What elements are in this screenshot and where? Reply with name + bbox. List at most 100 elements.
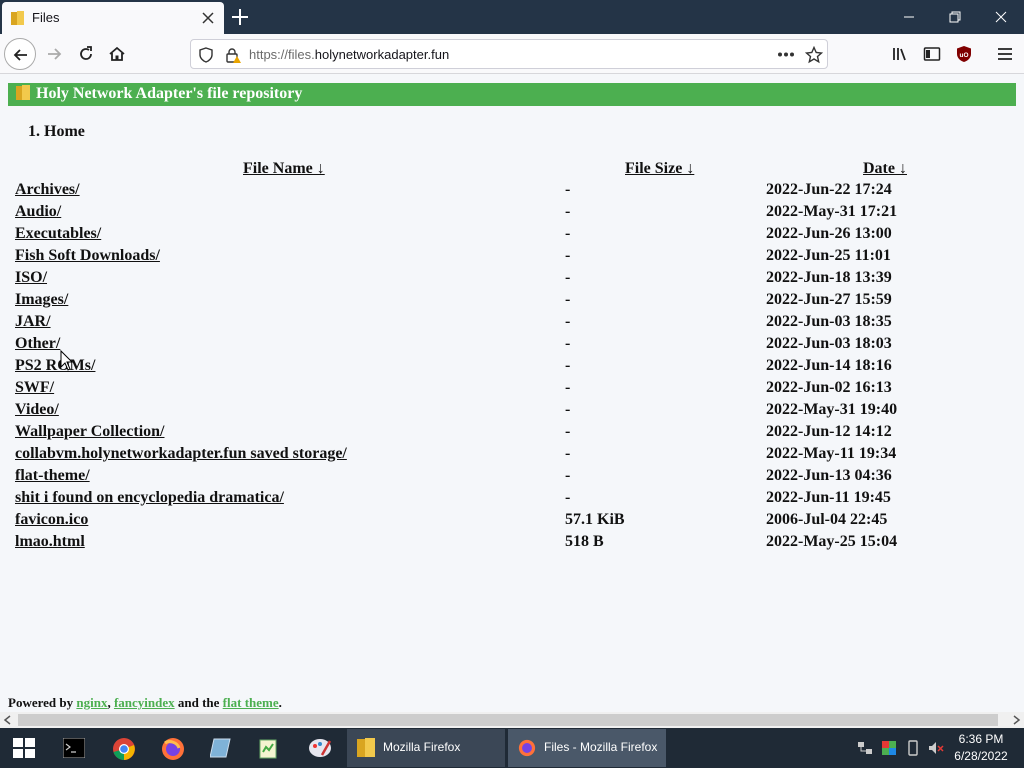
file-name-link[interactable]: Other/ <box>15 335 60 353</box>
file-size: - <box>565 489 571 506</box>
ublock-button[interactable]: uO <box>948 38 980 70</box>
file-date: 2022-Jun-12 14:12 <box>766 423 892 440</box>
reload-button[interactable] <box>70 38 102 70</box>
minimize-button[interactable] <box>886 0 932 34</box>
usb-tray-icon[interactable] <box>905 740 921 756</box>
table-row: collabvm.holynetworkadapter.fun saved st… <box>0 444 1024 466</box>
library-button[interactable] <box>884 38 916 70</box>
scroll-right-icon[interactable] <box>1011 715 1021 725</box>
restore-icon <box>949 11 961 23</box>
file-name-link[interactable]: Archives/ <box>15 181 80 199</box>
file-size: - <box>565 313 571 330</box>
menu-button[interactable] <box>989 38 1021 70</box>
close-icon <box>995 11 1007 23</box>
file-date: 2022-Jun-02 16:13 <box>766 379 892 396</box>
column-header-file-name[interactable]: File Name ↓ <box>243 160 325 178</box>
paint-icon <box>309 739 332 757</box>
file-name-link[interactable]: Executables/ <box>15 225 101 243</box>
file-name-link[interactable]: ISO/ <box>15 269 47 287</box>
hamburger-menu-icon <box>998 48 1012 60</box>
file-date: 2022-Jun-26 13:00 <box>766 225 892 242</box>
file-size: 57.1 KiB <box>565 511 625 528</box>
tab-strip: Files <box>0 0 1024 34</box>
close-tab-icon[interactable] <box>200 10 216 26</box>
file-date: 2022-May-11 19:34 <box>766 445 897 462</box>
file-name-link[interactable]: Wallpaper Collection/ <box>15 423 164 441</box>
file-size: - <box>565 269 571 286</box>
windows-logo-icon <box>13 738 35 758</box>
flat-theme-link[interactable]: flat theme <box>223 695 279 710</box>
system-clock[interactable]: 6:36 PM 6/28/2022 <box>950 731 1012 765</box>
taskbar-notepad[interactable] <box>197 728 245 768</box>
display-tray-icon[interactable] <box>881 740 897 756</box>
taskbar-paint[interactable] <box>296 728 344 768</box>
file-name-link[interactable]: shit i found on encyclopedia dramatica/ <box>15 489 284 507</box>
file-name-link[interactable]: PS2 ROMs/ <box>15 357 95 375</box>
fancyindex-link[interactable]: fancyindex <box>114 695 175 710</box>
table-row: Fish Soft Downloads/ - 2022-Jun-25 11:01 <box>0 246 1024 268</box>
table-row: SWF/ - 2022-Jun-02 16:13 <box>0 378 1024 400</box>
file-name-link[interactable]: favicon.ico <box>15 511 88 529</box>
table-row: Audio/ - 2022-May-31 17:21 <box>0 202 1024 224</box>
file-name-link[interactable]: collabvm.holynetworkadapter.fun saved st… <box>15 445 347 463</box>
tab-files[interactable]: Files <box>2 2 224 34</box>
chrome-icon <box>113 738 135 760</box>
back-button[interactable] <box>4 38 36 70</box>
shield-icon[interactable] <box>199 47 213 63</box>
header-banner: Holy Network Adapter's file repository <box>8 83 1016 106</box>
home-button[interactable] <box>101 38 133 70</box>
firefox-icon <box>162 738 184 760</box>
ublock-origin-icon: uO <box>957 46 971 62</box>
home-icon <box>109 46 125 61</box>
taskbar-notepadpp[interactable] <box>245 728 293 768</box>
breadcrumb[interactable]: 1. Home <box>28 123 85 141</box>
svg-text:uO: uO <box>959 52 968 59</box>
column-header-date[interactable]: Date ↓ <box>863 160 907 178</box>
nginx-link[interactable]: nginx <box>76 695 107 710</box>
new-tab-icon[interactable] <box>230 7 250 27</box>
scrollbar-thumb[interactable] <box>18 714 998 726</box>
file-name-link[interactable]: JAR/ <box>15 313 51 331</box>
address-bar[interactable]: https://files.holynetworkadapter.fun <box>190 39 828 69</box>
tab-title: Files <box>32 10 60 25</box>
file-name-link[interactable]: SWF/ <box>15 379 54 397</box>
file-date: 2022-May-31 19:40 <box>766 401 898 418</box>
close-window-button[interactable] <box>978 0 1024 34</box>
file-name-link[interactable]: Fish Soft Downloads/ <box>15 247 160 265</box>
taskbar-window-1[interactable]: Mozilla Firefox <box>347 729 505 767</box>
forward-button[interactable] <box>38 38 70 70</box>
horizontal-scrollbar[interactable] <box>0 712 1024 728</box>
file-name-link[interactable]: lmao.html <box>15 533 85 551</box>
file-name-link[interactable]: Images/ <box>15 291 68 309</box>
file-name-link[interactable]: Audio/ <box>15 203 61 221</box>
column-header-file-size[interactable]: File Size ↓ <box>625 160 694 178</box>
bookmark-star-icon[interactable] <box>805 46 823 64</box>
minimize-icon <box>904 16 914 18</box>
file-name-link[interactable]: flat-theme/ <box>15 467 90 485</box>
table-row: PS2 ROMs/ - 2022-Jun-14 18:16 <box>0 356 1024 378</box>
network-tray-icon[interactable] <box>857 740 873 756</box>
taskbar-firefox[interactable] <box>149 728 197 768</box>
file-date: 2022-Jun-14 18:16 <box>766 357 892 374</box>
taskbar-chrome[interactable] <box>100 728 148 768</box>
restore-button[interactable] <box>932 0 978 34</box>
clock-date: 6/28/2022 <box>954 749 1008 763</box>
table-row: ISO/ - 2022-Jun-18 13:39 <box>0 268 1024 290</box>
scroll-left-icon[interactable] <box>3 715 13 725</box>
sidebar-button[interactable] <box>916 38 948 70</box>
taskbar-window-2[interactable]: Files - Mozilla Firefox <box>508 729 666 767</box>
volume-muted-icon[interactable] <box>928 740 944 756</box>
url-text[interactable]: https://files.holynetworkadapter.fun <box>249 47 449 62</box>
file-size: - <box>565 247 571 264</box>
file-size: - <box>565 379 571 396</box>
reload-icon <box>80 46 92 60</box>
file-date: 2022-Jun-03 18:03 <box>766 335 892 352</box>
file-size: - <box>565 291 571 308</box>
taskbar-cmd[interactable] <box>50 728 98 768</box>
page-actions-icon[interactable] <box>777 52 795 57</box>
table-row: lmao.html 518 B 2022-May-25 15:04 <box>0 532 1024 554</box>
start-button[interactable] <box>0 728 48 768</box>
notepad-plus-plus-icon <box>259 739 277 759</box>
lock-warning-icon[interactable] <box>225 47 241 63</box>
file-name-link[interactable]: Video/ <box>15 401 59 419</box>
